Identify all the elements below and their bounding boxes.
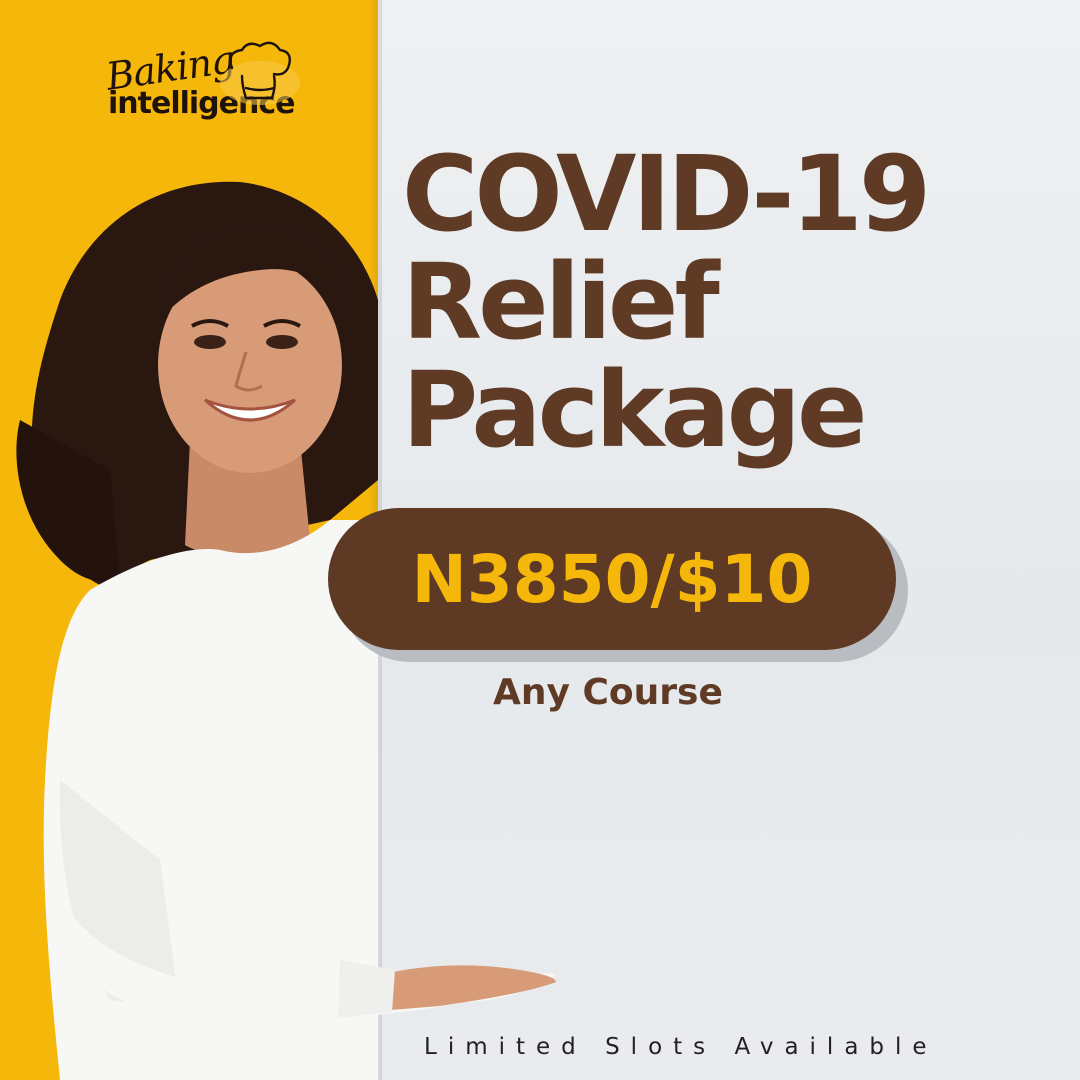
price-text: N3850/$10: [411, 540, 813, 618]
limited-slots-note: Limited Slots Available: [424, 1034, 938, 1060]
chef-hat-icon: [220, 41, 300, 105]
brand-logo: Baking intelligence: [100, 28, 310, 138]
price-pill: N3850/$10: [328, 508, 896, 650]
course-subtitle: Any Course: [493, 672, 723, 713]
promo-poster: Baking intelligence COVID-19 Relief Pack…: [0, 0, 1080, 1080]
